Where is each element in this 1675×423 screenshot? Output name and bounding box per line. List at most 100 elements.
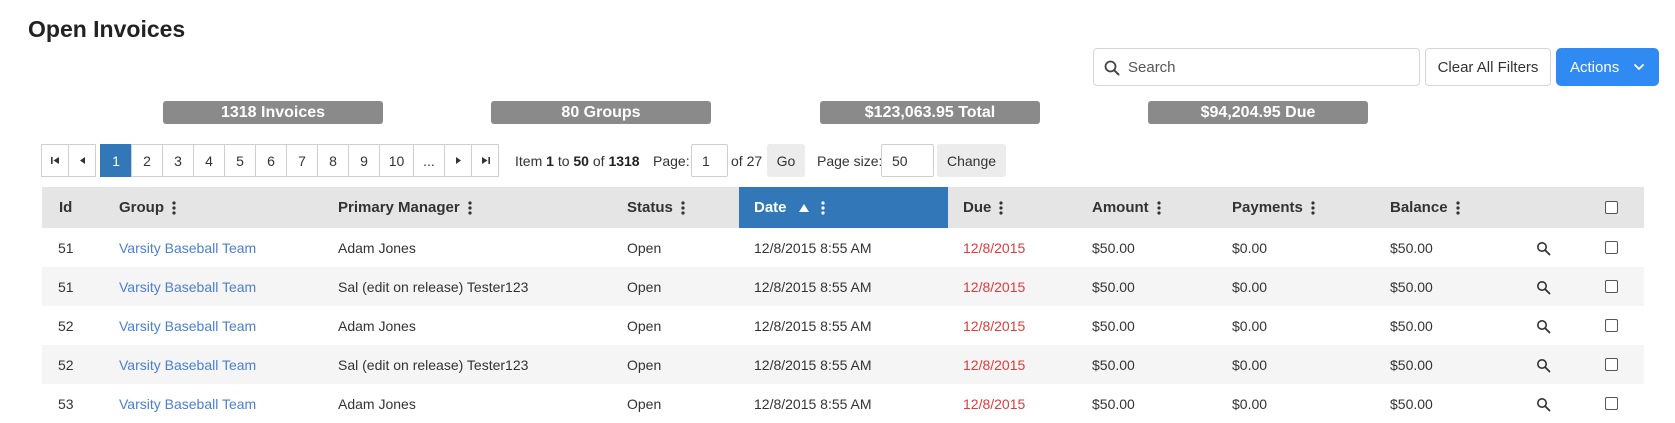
search-box[interactable]: [1093, 48, 1420, 86]
actions-button-label: Actions: [1570, 58, 1620, 76]
select-all-checkbox[interactable]: [1605, 201, 1618, 214]
cell-status: Open: [627, 317, 662, 334]
group-link[interactable]: Varsity Baseball Team: [119, 228, 256, 267]
kebab-icon[interactable]: [820, 200, 825, 215]
column-header-id[interactable]: Id: [59, 187, 72, 228]
search-input[interactable]: [1128, 49, 1413, 85]
magnifier-icon[interactable]: [1536, 319, 1551, 334]
magnifier-icon[interactable]: [1536, 397, 1551, 412]
cell-primary-manager: Sal (edit on release) Tester123: [338, 278, 529, 295]
clear-all-filters-button[interactable]: Clear All Filters: [1425, 48, 1551, 86]
due-amount-badge: $94,204.95 Due: [1148, 101, 1368, 124]
column-header-group[interactable]: Group: [119, 187, 176, 228]
column-header-due[interactable]: Due: [963, 187, 1003, 228]
page-size-label: Page size:: [817, 152, 883, 169]
magnifier-icon[interactable]: [1536, 280, 1551, 295]
cell-amount: $50.00: [1092, 239, 1135, 256]
cell-payments: $0.00: [1232, 317, 1268, 334]
page-number-input[interactable]: 1: [691, 144, 728, 177]
cell-due: 12/8/2015: [963, 239, 1026, 256]
column-header-status[interactable]: Status: [627, 187, 685, 228]
page-link[interactable]: 6: [255, 144, 287, 177]
page-link-more[interactable]: ...: [413, 144, 445, 177]
row-checkbox[interactable]: [1605, 319, 1618, 332]
item-to: 50: [573, 152, 589, 169]
kebab-icon[interactable]: [1311, 200, 1315, 215]
cell-balance: $50.00: [1390, 239, 1433, 256]
kebab-icon[interactable]: [999, 200, 1003, 215]
column-header-date[interactable]: Date: [739, 187, 948, 228]
magnifier-icon[interactable]: [1536, 358, 1551, 373]
column-header-amount[interactable]: Amount: [1092, 187, 1161, 228]
group-link[interactable]: Varsity Baseball Team: [119, 267, 256, 306]
column-header-balance[interactable]: Balance: [1390, 187, 1460, 228]
cell-amount: $50.00: [1092, 356, 1135, 373]
pagination: 1 2 3 4 5 6 7 8 9 10 ...: [41, 144, 499, 177]
cell-id: 52: [58, 317, 74, 334]
page-link[interactable]: 1: [100, 144, 132, 177]
page-link[interactable]: 5: [224, 144, 256, 177]
cell-amount: $50.00: [1092, 395, 1135, 412]
cell-balance: $50.00: [1390, 278, 1433, 295]
page-link[interactable]: 4: [193, 144, 225, 177]
cell-amount: $50.00: [1092, 278, 1135, 295]
page-title: Open Invoices: [28, 16, 186, 42]
page-size-input[interactable]: 50: [881, 144, 934, 177]
cell-id: 53: [58, 395, 74, 412]
total-amount-badge: $123,063.95 Total: [820, 101, 1040, 124]
cell-date: 12/8/2015 8:55 AM: [754, 356, 872, 373]
actions-button[interactable]: Actions: [1556, 48, 1659, 86]
magnifier-icon[interactable]: [1536, 241, 1551, 256]
cell-date: 12/8/2015 8:55 AM: [754, 395, 872, 412]
page-link[interactable]: 2: [131, 144, 163, 177]
kebab-icon[interactable]: [172, 200, 176, 215]
page-link[interactable]: 10: [379, 144, 414, 177]
cell-status: Open: [627, 395, 662, 412]
kebab-icon[interactable]: [1455, 200, 1460, 215]
group-link[interactable]: Varsity Baseball Team: [119, 345, 256, 384]
row-checkbox[interactable]: [1605, 280, 1618, 293]
first-page-button[interactable]: [41, 144, 69, 177]
kebab-icon[interactable]: [681, 200, 685, 215]
last-page-button[interactable]: [471, 144, 499, 177]
row-checkbox[interactable]: [1605, 397, 1618, 410]
cell-due: 12/8/2015: [963, 317, 1026, 334]
kebab-icon[interactable]: [1157, 200, 1161, 215]
cell-balance: $50.00: [1390, 317, 1433, 334]
table-row: 51 Varsity Baseball Team Sal (edit on rele…: [42, 267, 1644, 306]
cell-primary-manager: Adam Jones: [338, 317, 416, 334]
chevron-down-icon: [1634, 64, 1644, 70]
page-link[interactable]: 8: [317, 144, 349, 177]
cell-date: 12/8/2015 8:55 AM: [754, 239, 872, 256]
row-checkbox[interactable]: [1605, 241, 1618, 254]
previous-page-button[interactable]: [68, 144, 96, 177]
page-link[interactable]: 3: [162, 144, 194, 177]
item-label: Item: [515, 152, 543, 169]
go-button[interactable]: Go: [767, 144, 805, 177]
sort-up-icon: [798, 203, 809, 212]
cell-payments: $0.00: [1232, 239, 1268, 256]
cell-balance: $50.00: [1390, 356, 1433, 373]
cell-id: 51: [58, 239, 74, 256]
cell-payments: $0.00: [1232, 278, 1268, 295]
groups-count-badge: 80 Groups: [491, 101, 711, 124]
row-checkbox[interactable]: [1605, 358, 1618, 371]
column-header-primary-manager[interactable]: Primary Manager: [338, 187, 472, 228]
group-link[interactable]: Varsity Baseball Team: [119, 306, 256, 345]
cell-id: 52: [58, 356, 74, 373]
cell-primary-manager: Sal (edit on release) Tester123: [338, 356, 529, 373]
search-icon: [1104, 60, 1120, 76]
group-link[interactable]: Varsity Baseball Team: [119, 384, 256, 423]
page-link[interactable]: 9: [348, 144, 380, 177]
change-page-size-button[interactable]: Change: [937, 144, 1006, 177]
cell-payments: $0.00: [1232, 356, 1268, 373]
cell-date: 12/8/2015 8:55 AM: [754, 317, 872, 334]
next-page-button[interactable]: [444, 144, 472, 177]
cell-date: 12/8/2015 8:55 AM: [754, 278, 872, 295]
kebab-icon[interactable]: [468, 200, 472, 215]
column-header-payments[interactable]: Payments: [1232, 187, 1315, 228]
page-link[interactable]: 7: [286, 144, 318, 177]
last-page-icon: [481, 157, 490, 164]
table-row: 52 Varsity Baseball Team Adam Jones Open 12/…: [42, 306, 1644, 345]
cell-due: 12/8/2015: [963, 356, 1026, 373]
